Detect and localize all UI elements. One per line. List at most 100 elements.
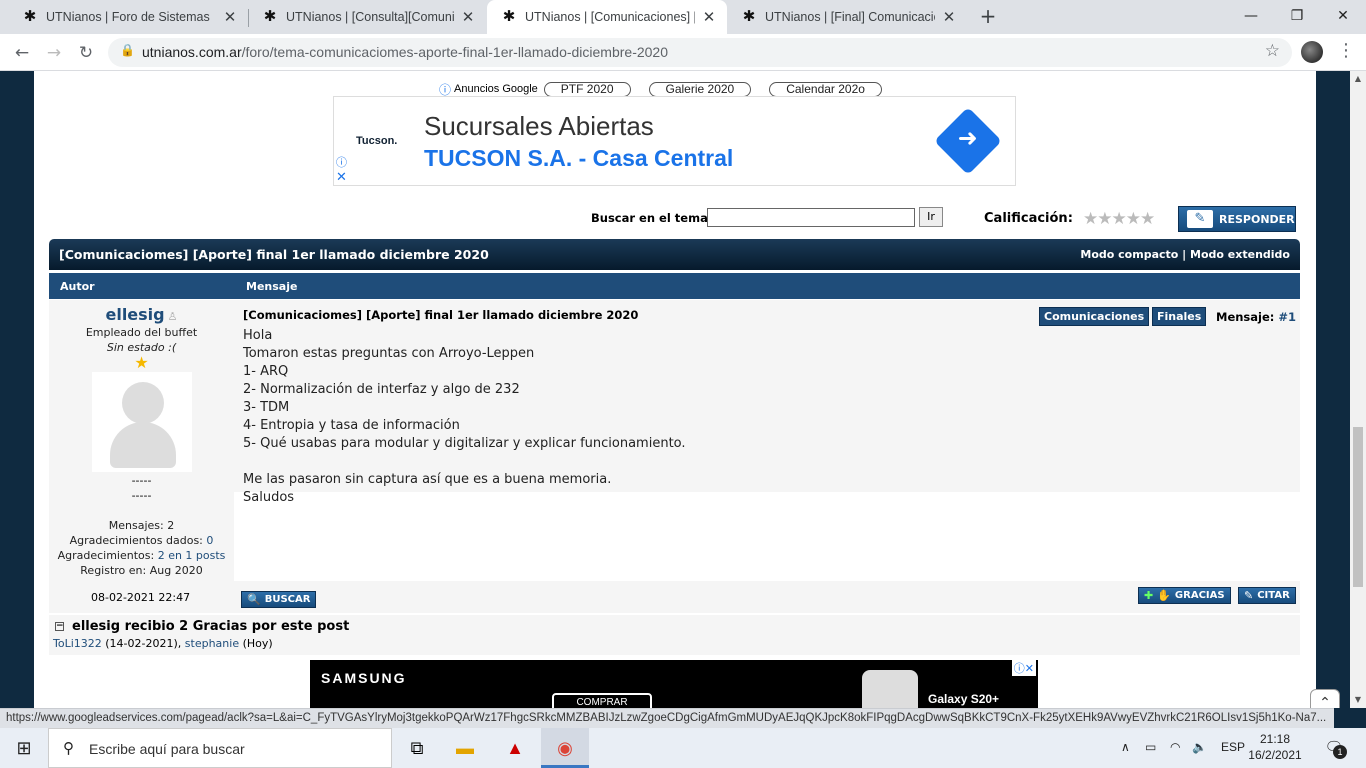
browser-menu-icon[interactable]: ⋮ bbox=[1336, 40, 1356, 64]
body-line bbox=[243, 453, 686, 471]
profile-avatar[interactable] bbox=[1301, 41, 1323, 63]
posts-label: Mensajes: bbox=[108, 519, 164, 532]
tab-label: UTNianos | [Comunicaciones] [A bbox=[525, 10, 695, 24]
extended-mode-link[interactable]: Modo extendido bbox=[1190, 248, 1290, 261]
post-title: [Comunicaciomes] [Aporte] final 1er llam… bbox=[243, 308, 639, 322]
page-scrollbar[interactable]: ▲ ▼ bbox=[1350, 71, 1366, 708]
thanks-user-link[interactable]: ToLi1322 bbox=[53, 637, 102, 650]
thanks-button[interactable]: ✚ ✋ GRACIAS bbox=[1138, 587, 1231, 604]
tab-comunicaciones-active[interactable]: ✱ UTNianos | [Comunicaciones] [A ✕ bbox=[487, 0, 727, 34]
post-author: ellesig ♙ Empleado del buffet Sin estado … bbox=[49, 305, 234, 371]
tray-expand-icon[interactable]: ∧ bbox=[1121, 740, 1130, 754]
thanks-given-link[interactable]: 0 bbox=[206, 534, 213, 547]
info-icon: ⓘ bbox=[439, 82, 452, 97]
mode-separator: | bbox=[1182, 248, 1187, 261]
forward-button[interactable]: → bbox=[41, 40, 67, 66]
author-username[interactable]: ellesig bbox=[105, 305, 164, 324]
tab-label: UTNianos | Foro de Sistemas bbox=[46, 10, 210, 24]
thanks-link[interactable]: 2 en 1 posts bbox=[158, 549, 226, 562]
google-ads-label[interactable]: ⓘ Anuncios Google bbox=[439, 81, 538, 98]
ad-close-icon[interactable]: ✕ bbox=[336, 169, 347, 185]
wifi-icon[interactable]: ◠ bbox=[1170, 740, 1180, 754]
close-tab-icon[interactable]: ✕ bbox=[222, 8, 238, 26]
post-number-label: Mensaje: bbox=[1216, 310, 1275, 324]
thread-search-button[interactable]: Ir bbox=[919, 207, 943, 227]
ad-info-icon[interactable]: ⓘ bbox=[336, 154, 347, 170]
battery-icon[interactable]: ▭ bbox=[1145, 740, 1156, 754]
collapse-icon[interactable]: − bbox=[55, 622, 64, 631]
offline-status-icon: ♙ bbox=[167, 310, 178, 323]
volume-icon[interactable]: 🔈 bbox=[1192, 740, 1207, 754]
tab-consulta[interactable]: ✱ UTNianos | [Consulta][Comunicaci ✕ bbox=[248, 0, 486, 34]
url-text: utnianos.com.ar/foro/tema-comunicaciomes… bbox=[142, 44, 668, 60]
acrobat-icon[interactable]: ▲ bbox=[491, 728, 539, 768]
scrollbar-thumb[interactable] bbox=[1353, 427, 1363, 587]
thread-search-input[interactable] bbox=[707, 208, 915, 227]
thanks-given-label: Agradecimientos dados: bbox=[69, 534, 203, 547]
new-tab-button[interactable]: + bbox=[976, 4, 1000, 28]
clock-date: 16/2/2021 bbox=[1248, 748, 1302, 762]
directions-icon[interactable]: ➜ bbox=[934, 107, 1002, 175]
ad-choices-icon[interactable]: ⓘ✕ bbox=[1011, 660, 1036, 676]
notifications-icon[interactable]: 🗨1 bbox=[1323, 737, 1347, 759]
ad-link-ptf[interactable]: PTF 2020 bbox=[543, 81, 631, 97]
tucson-ad-banner[interactable]: Tucson. Sucursales Abiertas TUCSON S.A. … bbox=[333, 96, 1016, 186]
thread-header: [Comunicaciomes] [Aporte] final 1er llam… bbox=[49, 239, 1300, 270]
google-ad-links: ⓘ Anuncios Google PTF 2020 Galerie 2020 C… bbox=[439, 81, 882, 97]
taskbar-search[interactable]: ⚲ Escribe aquí para buscar bbox=[48, 728, 392, 768]
search-icon: ⚲ bbox=[63, 740, 74, 757]
back-button[interactable]: ← bbox=[9, 40, 35, 66]
close-tab-icon[interactable]: ✕ bbox=[460, 8, 476, 26]
ad-link-galerie[interactable]: Galerie 2020 bbox=[648, 81, 752, 97]
author-thanks: Agradecimientos: 2 en 1 posts bbox=[49, 548, 234, 563]
tag-finales[interactable]: Finales bbox=[1152, 307, 1207, 326]
compact-mode-link[interactable]: Modo compacto bbox=[1080, 248, 1178, 261]
clock[interactable]: 21:18 16/2/2021 bbox=[1247, 731, 1303, 763]
task-view-icon[interactable]: ⧉ bbox=[393, 728, 441, 768]
bookmark-star-icon[interactable]: ☆ bbox=[1265, 41, 1280, 61]
view-modes: Modo compacto | Modo extendido bbox=[1080, 248, 1290, 261]
utnianos-favicon-icon: ✱ bbox=[23, 8, 37, 25]
reply-button[interactable]: ✎ RESPONDER bbox=[1178, 206, 1296, 232]
ad-link-calendar[interactable]: Calendar 202o bbox=[769, 81, 882, 97]
thanks-user-link[interactable]: stephanie bbox=[185, 637, 239, 650]
minimize-button[interactable]: — bbox=[1228, 0, 1274, 34]
clock-time: 21:18 bbox=[1259, 732, 1291, 746]
rating-stars[interactable]: ★★★★★ bbox=[1083, 209, 1155, 229]
buy-button[interactable]: COMPRAR bbox=[552, 693, 652, 708]
author-thanks-given: Agradecimientos dados: 0 bbox=[49, 533, 234, 548]
search-user-posts-button[interactable]: 🔍 BUSCAR bbox=[241, 591, 317, 608]
author-stats: Mensajes: 2 Agradecimientos dados: 0 Agr… bbox=[49, 518, 234, 578]
tab-foro-sistemas[interactable]: ✱ UTNianos | Foro de Sistemas ✕ bbox=[8, 0, 248, 34]
ad-subheadline[interactable]: TUCSON S.A. - Casa Central bbox=[424, 145, 733, 172]
close-window-button[interactable]: ✕ bbox=[1320, 0, 1366, 34]
windows-start-icon[interactable]: ⊞ bbox=[0, 728, 48, 768]
reload-button[interactable]: ↻ bbox=[73, 40, 99, 66]
close-tab-icon[interactable]: ✕ bbox=[701, 8, 717, 26]
scroll-to-top-button[interactable]: ⌃ bbox=[1310, 689, 1340, 708]
posts-value: 2 bbox=[167, 519, 175, 532]
file-explorer-icon[interactable]: ▬ bbox=[441, 728, 489, 768]
body-line: 5- Qué usabas para modular y digitalizar… bbox=[243, 436, 686, 451]
utnianos-favicon-icon: ✱ bbox=[502, 8, 516, 25]
utnianos-favicon-icon: ✱ bbox=[742, 8, 756, 25]
samsung-ad-banner[interactable]: SAMSUNG COMPRAR Galaxy S20+ ⓘ✕ bbox=[310, 660, 1038, 708]
lock-icon: 🔒 bbox=[120, 43, 135, 57]
quote-button[interactable]: ✎ CITAR bbox=[1238, 587, 1296, 604]
page-content: ⓘ Anuncios Google PTF 2020 Galerie 2020 C… bbox=[34, 71, 1340, 708]
quote-button-label: CITAR bbox=[1257, 590, 1290, 601]
rating-label: Calificación: bbox=[984, 211, 1073, 226]
post-permalink[interactable]: #1 bbox=[1278, 310, 1296, 324]
close-tab-icon[interactable]: ✕ bbox=[941, 8, 957, 26]
reply-pencil-icon: ✎ bbox=[1187, 210, 1213, 228]
utnianos-favicon-icon: ✱ bbox=[263, 8, 277, 25]
body-line: 4- Entropia y tasa de información bbox=[243, 418, 460, 433]
tag-comunicaciones[interactable]: Comunicaciones bbox=[1039, 307, 1150, 326]
url-field[interactable]: 🔒 utnianos.com.ar/foro/tema-comunicaciom… bbox=[108, 38, 1292, 67]
tab-final-comunicaciones[interactable]: ✱ UTNianos | [Final] Comunicacion ✕ bbox=[727, 0, 967, 34]
language-indicator[interactable]: ESP bbox=[1221, 740, 1245, 754]
chrome-icon[interactable]: ◉ bbox=[541, 728, 589, 768]
scroll-down-arrow-icon[interactable]: ▼ bbox=[1350, 692, 1366, 708]
maximize-button[interactable]: ❐ bbox=[1274, 0, 1320, 34]
scroll-up-arrow-icon[interactable]: ▲ bbox=[1350, 71, 1366, 87]
